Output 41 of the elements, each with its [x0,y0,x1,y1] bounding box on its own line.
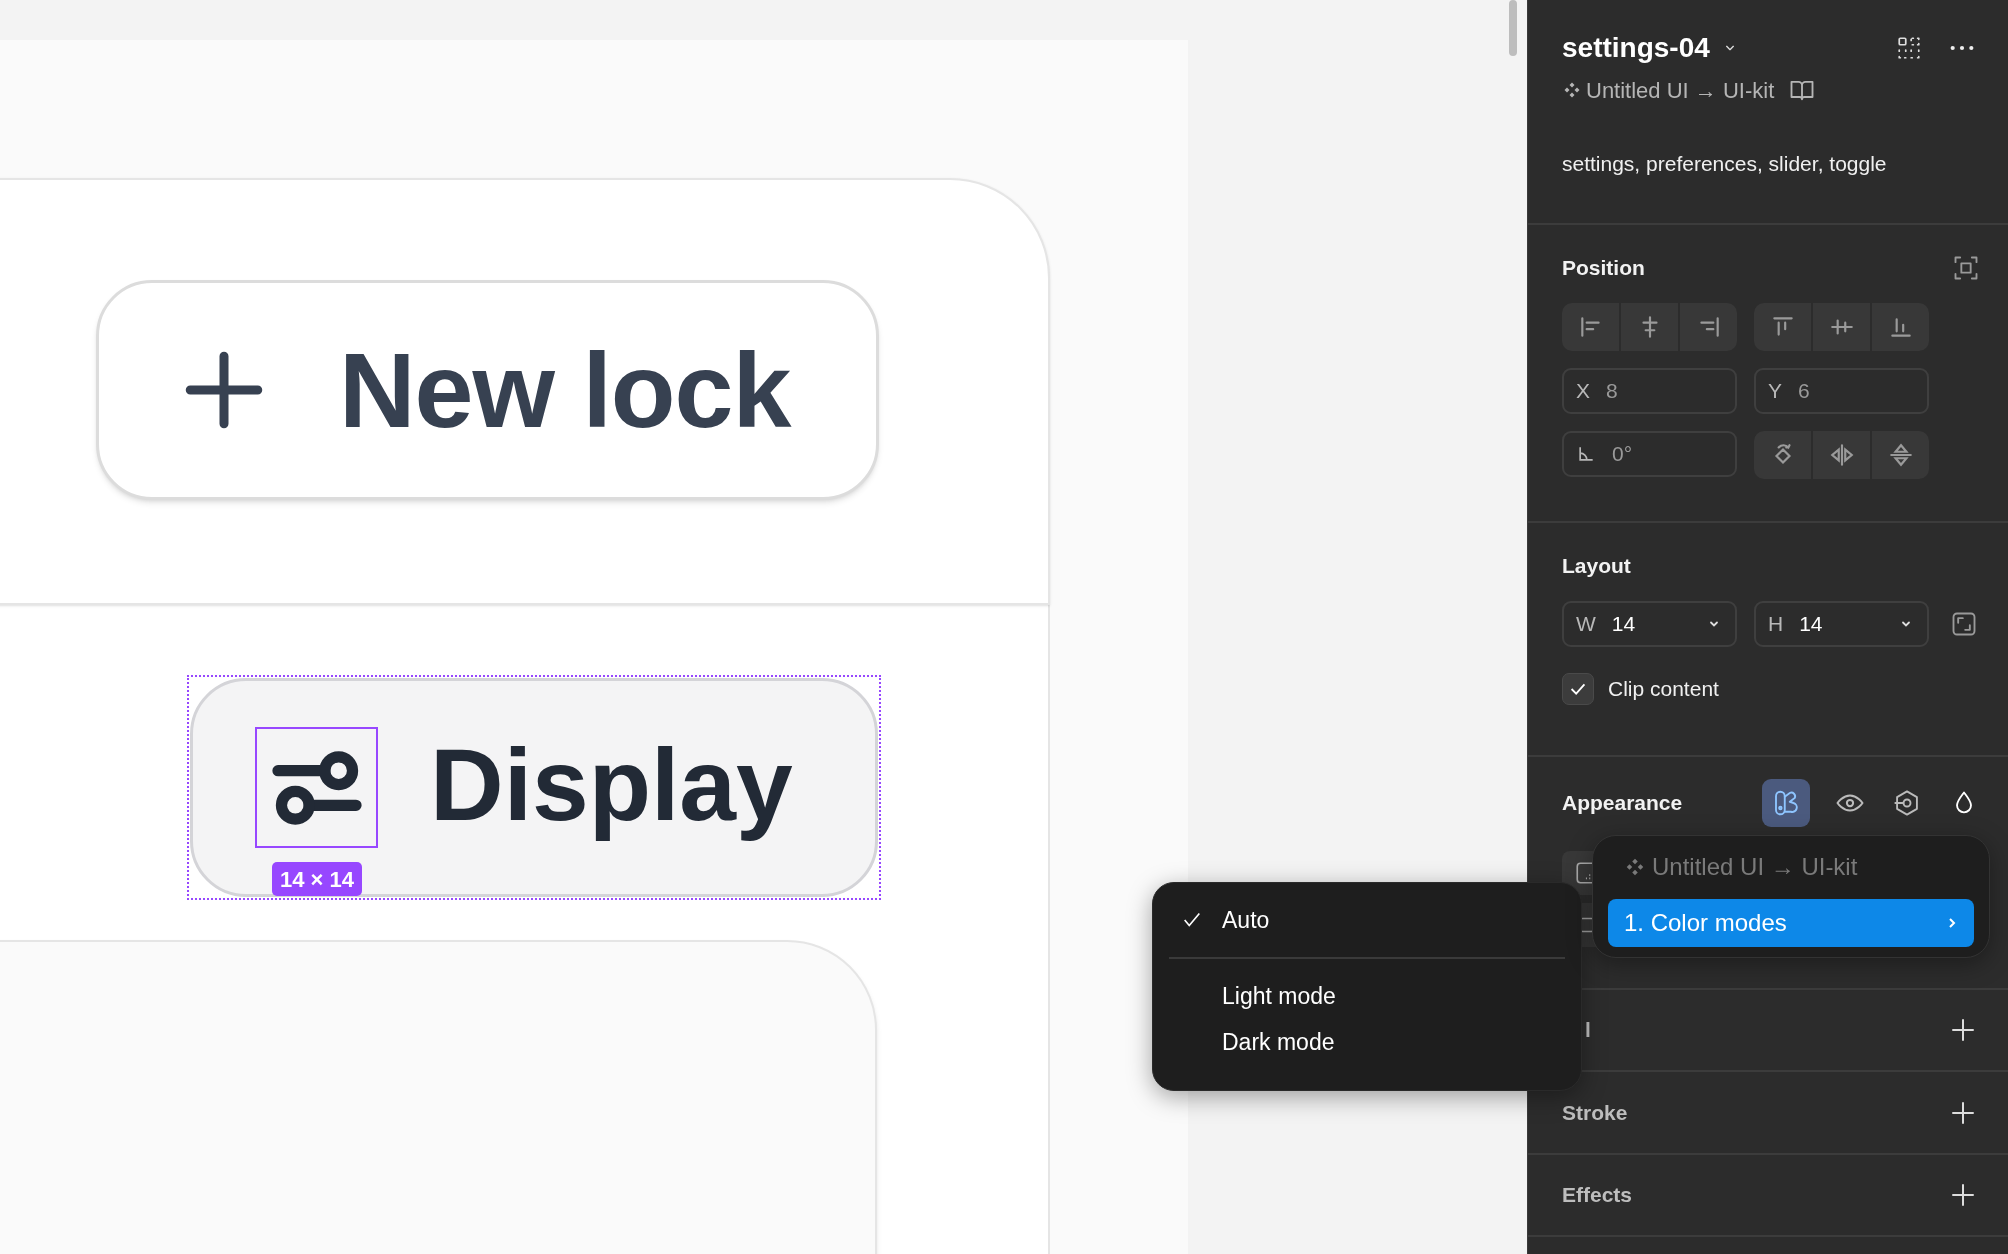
align-center-icon[interactable] [1621,303,1678,351]
variable-mode-button[interactable] [1762,779,1810,827]
section-title: Layout [1562,553,1631,580]
rotate-icon[interactable] [1754,431,1811,479]
section-title: l [1585,1017,1591,1044]
align-bottom-icon[interactable] [1872,303,1929,351]
x-field[interactable]: X 8 [1562,368,1737,414]
y-field[interactable]: Y 6 [1754,368,1929,414]
flip-horizontal-icon[interactable] [1813,431,1870,479]
menu-item[interactable]: Dark mode [1153,1019,1581,1065]
flip-vertical-icon[interactable] [1872,431,1929,479]
section-title: Appearance [1562,790,1683,817]
section-title: Stroke [1562,1099,1628,1126]
angle-icon [1576,444,1596,464]
section-title: Effects [1562,1182,1633,1209]
component-name[interactable]: settings-04 [1562,27,1710,69]
checkbox[interactable] [1562,673,1594,705]
scrollbar-thumb[interactable] [1509,0,1517,56]
align-middle-icon[interactable] [1813,303,1870,351]
new-lock-button[interactable]: New lock [96,280,879,500]
align-top-icon[interactable] [1754,303,1811,351]
tags-text: settings, preferences, slider, toggle [1562,151,1888,177]
menu-item[interactable]: Light mode [1153,973,1581,1019]
diamond-icon [1562,80,1582,100]
frame-icon[interactable] [1952,254,1980,282]
resize-icon[interactable] [1950,610,1978,638]
menu-header: Untitled UI → UI-kit [1652,852,1858,882]
section-title: Position [1562,255,1645,282]
rotation-field[interactable]: 0° [1562,431,1737,477]
menu-item[interactable]: 1. Color modes [1608,899,1974,947]
menu-item[interactable]: Auto [1153,897,1581,943]
width-field[interactable]: W 14 [1562,601,1737,647]
checkbox-label[interactable]: Clip content [1608,673,1719,705]
align-right-icon[interactable] [1680,303,1737,351]
height-field[interactable]: H 14 [1754,601,1929,647]
align-left-icon[interactable] [1562,303,1619,351]
diamond-icon [1624,856,1646,878]
library-path[interactable]: Untitled UI → UI-kit [1586,73,1775,107]
grid-icon[interactable] [1896,35,1922,61]
size-badge: 14 × 14 [272,862,362,896]
hexagon-target-icon[interactable] [1893,789,1921,817]
